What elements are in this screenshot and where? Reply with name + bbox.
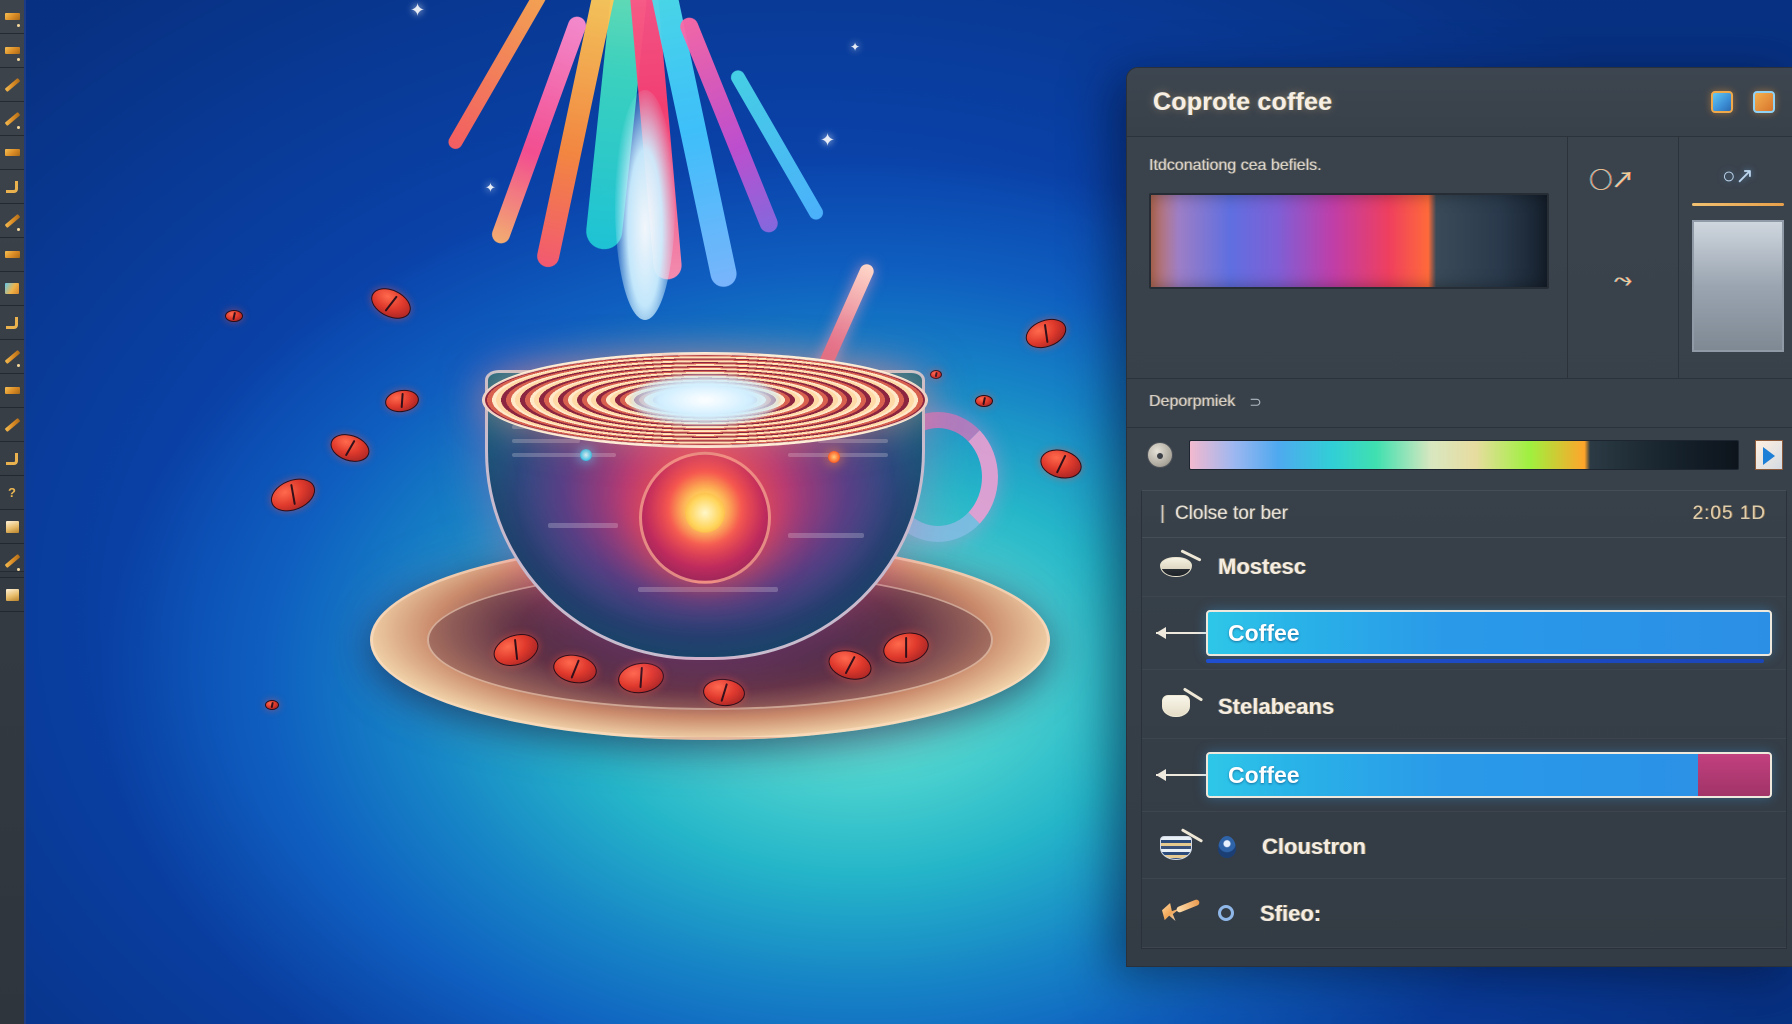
- spectrum-knob[interactable]: [1147, 442, 1173, 468]
- coffee-cup-artwork: ✦ ✦ ✦ ✦ ✦: [225, 0, 1090, 820]
- list-header-title: Clolse tor ber: [1160, 503, 1288, 525]
- list-item[interactable]: Sfieo:: [1142, 879, 1786, 948]
- color-gradient-preview[interactable]: [1149, 193, 1549, 289]
- inspector-caption: Itdconationg cea befiels.: [1149, 157, 1322, 174]
- list-header: Clolse tor ber 2:05 1D: [1142, 491, 1786, 538]
- tool-rect[interactable]: [0, 578, 24, 612]
- tool-dodge[interactable]: [0, 544, 24, 578]
- depth-value[interactable]: ⊃: [1249, 393, 1262, 411]
- tool-shape[interactable]: [0, 306, 24, 340]
- coffee-bar-row[interactable]: Coffee: [1142, 739, 1786, 812]
- panel-titlebar: Coprote coffee: [1127, 68, 1792, 137]
- left-arrow-icon: [1156, 769, 1208, 781]
- tool-path[interactable]: [0, 374, 24, 408]
- loupe-glyph-icon[interactable]: ○↗: [1722, 163, 1754, 189]
- items-list: Clolse tor ber 2:05 1D Mostesc Coffee: [1141, 490, 1787, 949]
- crema-glow: [630, 374, 780, 426]
- left-toolbar[interactable]: [0, 0, 26, 1024]
- swatch-divider: [1692, 203, 1784, 206]
- bar-segment: [1698, 754, 1770, 796]
- coffee-bar-label: Coffee: [1228, 619, 1300, 646]
- coffee-progress-bar[interactable]: Coffee: [1206, 752, 1772, 798]
- tool-fill[interactable]: [0, 34, 24, 68]
- left-arrow-icon: [1156, 627, 1208, 639]
- tool-stamp[interactable]: [0, 136, 24, 170]
- spoon-bowl-icon: [1160, 552, 1202, 582]
- titlebar-actions: [1711, 91, 1775, 113]
- panel-body: Itdconationg cea befiels. ⃝↗ ⤳ ○↗ Deporp…: [1127, 137, 1792, 966]
- inspector-side-tools: ⃝↗ ⤳: [1567, 137, 1679, 378]
- app-window: ✦ ✦ ✦ ✦ ✦: [0, 0, 1792, 1024]
- coffee-progress-bar[interactable]: Coffee: [1206, 610, 1772, 656]
- list-item[interactable]: Cloustron: [1142, 812, 1786, 879]
- tool-line[interactable]: [0, 68, 24, 102]
- list-item-label: Sfieo:: [1260, 901, 1322, 926]
- play-button[interactable]: [1755, 440, 1783, 470]
- tool-brush[interactable]: [0, 0, 24, 34]
- gradient-section: Itdconationg cea befiels.: [1127, 137, 1567, 378]
- bowl-icon: [1160, 832, 1202, 862]
- pin-icon: [1218, 835, 1246, 859]
- list-item[interactable]: Mostesc: [1142, 538, 1786, 597]
- spectrum-row: [1127, 428, 1792, 484]
- cup-icon: [1160, 692, 1202, 722]
- depth-label: Deporpmiek: [1149, 393, 1236, 410]
- panel-title: Coprote coffee: [1153, 87, 1333, 116]
- list-item-label: Mostesc: [1218, 554, 1307, 579]
- tool-bucket[interactable]: [0, 238, 24, 272]
- spectrum-strip[interactable]: [1189, 440, 1739, 470]
- tool-help[interactable]: [0, 476, 24, 510]
- tool-eraser[interactable]: [0, 170, 24, 204]
- tool-lasso[interactable]: [0, 442, 24, 476]
- tool-pen[interactable]: [0, 204, 24, 238]
- list-header-meta: 2:05 1D: [1692, 503, 1766, 524]
- bird-icon: [1160, 899, 1202, 929]
- coffee-surface: [482, 352, 928, 448]
- tool-pencil[interactable]: [0, 102, 24, 136]
- depth-row: Deporpmiek ⊃: [1127, 379, 1792, 428]
- brush-glyph-icon[interactable]: ⤳: [1614, 267, 1632, 293]
- magnifier-glyph-icon[interactable]: ⃝↗: [1612, 163, 1634, 195]
- tool-gradient[interactable]: [0, 510, 24, 544]
- coffee-bar-row[interactable]: Coffee: [1142, 597, 1786, 670]
- list-item[interactable]: Stelabeans: [1142, 670, 1786, 739]
- circle-marker-icon: [1218, 904, 1244, 924]
- tool-slice[interactable]: [0, 340, 24, 374]
- list-item-label: Stelabeans: [1218, 694, 1335, 719]
- coffee-bar-label: Coffee: [1228, 761, 1300, 788]
- tool-image[interactable]: [0, 272, 24, 306]
- expand-icon[interactable]: [1753, 91, 1775, 113]
- preview-swatch[interactable]: [1692, 220, 1784, 352]
- bar-underline: [1206, 659, 1764, 663]
- panel-toggle-icon[interactable]: [1711, 91, 1733, 113]
- inspector-section: Itdconationg cea befiels. ⃝↗ ⤳ ○↗: [1127, 137, 1792, 379]
- inspector-panel: Coprote coffee Itdconationg cea befiels.…: [1126, 67, 1792, 967]
- cup-core-light: [639, 451, 771, 584]
- inspector-far-tools: ○↗: [1679, 137, 1792, 378]
- list-item-label: Cloustron: [1262, 834, 1366, 859]
- tool-crop[interactable]: [0, 408, 24, 442]
